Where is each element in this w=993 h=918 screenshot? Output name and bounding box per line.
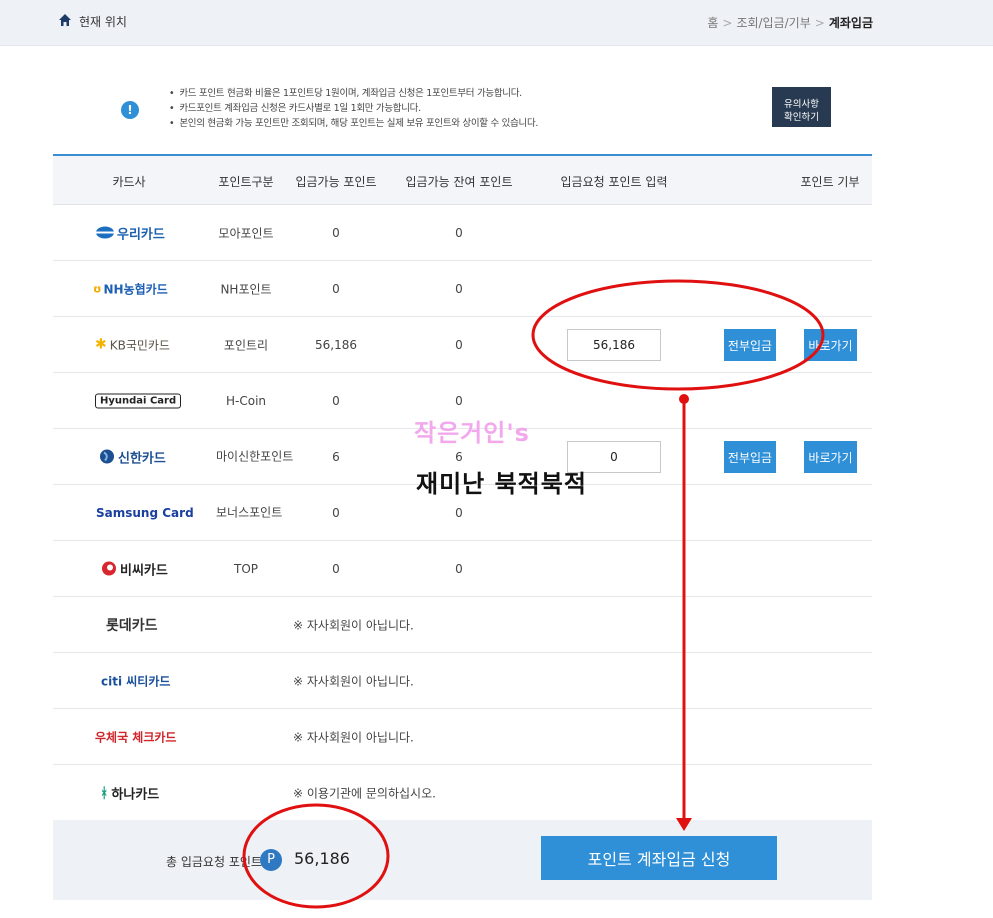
card-name: 하나카드 bbox=[111, 787, 160, 803]
watermark-line-2: 재미난 북적북적 bbox=[416, 470, 587, 498]
point-type: 포인트리 bbox=[223, 338, 269, 352]
card-name: NH농협카드 bbox=[103, 282, 168, 296]
card-logo-hana: ᚼ 하나카드 bbox=[100, 784, 159, 803]
point-type: 모아포인트 bbox=[218, 226, 274, 240]
notice-line: 카드포인트 계좌입금 신청은 카드사별로 1일 1회만 가능합니다. bbox=[169, 101, 538, 116]
point-icon: P bbox=[260, 849, 282, 871]
card-name: Samsung Card bbox=[96, 505, 194, 520]
total-request-value: 56,186 bbox=[294, 849, 350, 868]
not-member-message: ※ 자사회원이 아닙니다. bbox=[293, 730, 414, 744]
breadcrumb-separator: > bbox=[814, 16, 825, 30]
available-points: 0 bbox=[332, 281, 340, 296]
remaining-points: 0 bbox=[455, 393, 463, 408]
card-logo-epost: 우체국 체크카드 bbox=[95, 728, 176, 745]
bc-logo-icon bbox=[102, 561, 116, 576]
card-name: 우체국 체크카드 bbox=[95, 730, 177, 744]
card-name: KB국민카드 bbox=[109, 338, 170, 352]
point-type: NH포인트 bbox=[220, 282, 272, 296]
table-row: ✱ KB국민카드 포인트리 56,186 0 전부입금 바로가기 bbox=[53, 317, 872, 373]
card-name: 우리카드 bbox=[117, 227, 165, 242]
deposit-all-button[interactable]: 전부입금 bbox=[724, 441, 776, 473]
card-logo-citi: citi 씨티카드 bbox=[101, 672, 170, 689]
header-available: 입금가능 포인트 bbox=[295, 175, 377, 189]
breadcrumb-separator: > bbox=[722, 16, 733, 30]
total-footer: 총 입금요청 포인트 P 56,186 포인트 계좌입금 신청 bbox=[53, 820, 872, 900]
point-type: 보너스포인트 bbox=[216, 505, 283, 519]
card-name: 신한카드 bbox=[118, 451, 166, 466]
go-donate-button[interactable]: 바로가기 bbox=[804, 329, 857, 361]
breadcrumb: 홈 > 조회/입금/기부 > 계좌입금 bbox=[707, 14, 873, 31]
available-points: 56,186 bbox=[315, 337, 357, 352]
card-logo-bc: 비씨카드 bbox=[101, 559, 168, 578]
table-header: 카드사 포인트구분 입금가능 포인트 입금가능 잔여 포인트 입금요청 포인트 … bbox=[53, 156, 872, 205]
go-donate-button[interactable]: 바로가기 bbox=[804, 441, 857, 473]
card-logo-nh: ʊ NH농협카드 bbox=[93, 280, 168, 297]
card-name: Hyundai Card bbox=[100, 395, 177, 406]
card-name: 롯데카드 bbox=[106, 617, 158, 634]
header-remaining: 입금가능 잔여 포인트 bbox=[405, 175, 513, 189]
breadcrumb-current: 계좌입금 bbox=[828, 16, 873, 30]
notice-box: ! 카드 포인트 현금화 비율은 1포인트당 1원이며, 계좌입금 신청은 1포… bbox=[53, 82, 872, 142]
breadcrumb-inquiry[interactable]: 조회/입금/기부 bbox=[736, 16, 810, 30]
card-logo-shinhan: 신한카드 bbox=[99, 447, 166, 466]
remaining-points: 0 bbox=[455, 225, 463, 240]
info-icon: ! bbox=[121, 101, 139, 119]
point-type: 마이신한포인트 bbox=[216, 449, 294, 463]
available-points: 0 bbox=[332, 393, 340, 408]
notice-line: 본인의 현금화 가능 포인트만 조회되며, 해당 포인트는 실제 보유 포인트와… bbox=[169, 116, 538, 131]
remaining-points: 0 bbox=[455, 561, 463, 576]
header-request: 입금요청 포인트 입력 bbox=[560, 175, 668, 189]
location-label: 현재 위치 bbox=[79, 15, 127, 29]
table-row: 우체국 체크카드 ※ 자사회원이 아닙니다. bbox=[53, 709, 872, 765]
notice-line: 카드 포인트 현금화 비율은 1포인트당 1원이며, 계좌입금 신청은 1포인트… bbox=[169, 86, 538, 101]
top-location-bar: 현재 위치 홈 > 조회/입금/기부 > 계좌입금 bbox=[0, 0, 993, 46]
apply-point-deposit-button[interactable]: 포인트 계좌입금 신청 bbox=[541, 836, 777, 880]
remaining-points: 0 bbox=[455, 281, 463, 296]
point-type: H-Coin bbox=[225, 393, 267, 408]
not-member-message: ※ 자사회원이 아닙니다. bbox=[293, 618, 414, 632]
card-logo-samsung: Samsung Card bbox=[96, 506, 194, 520]
header-card: 카드사 bbox=[112, 175, 146, 189]
remaining-points: 6 bbox=[455, 449, 463, 464]
shinhan-logo-icon bbox=[100, 449, 114, 464]
card-logo-hyundai: Hyundai Card bbox=[95, 393, 182, 408]
table-row: citi 씨티카드 ※ 자사회원이 아닙니다. bbox=[53, 653, 872, 709]
table-row: ʊ NH농협카드 NH포인트 0 0 bbox=[53, 261, 872, 317]
woori-logo-icon bbox=[96, 226, 114, 239]
breadcrumb-home[interactable]: 홈 bbox=[707, 16, 718, 30]
table-row: 비씨카드 TOP 0 0 bbox=[53, 541, 872, 597]
table-row: 롯데카드 ※ 자사회원이 아닙니다. bbox=[53, 597, 872, 653]
available-points: 6 bbox=[332, 449, 340, 464]
card-name: citi 씨티카드 bbox=[101, 674, 171, 688]
card-logo-woori: 우리카드 bbox=[95, 223, 165, 242]
home-icon[interactable] bbox=[58, 13, 72, 27]
card-logo-kb: ✱ KB국민카드 bbox=[95, 336, 170, 353]
nh-logo-icon: ʊ bbox=[93, 282, 102, 295]
available-points: 0 bbox=[332, 561, 340, 576]
notice-list: 카드 포인트 현금화 비율은 1포인트당 1원이며, 계좌입금 신청은 1포인트… bbox=[169, 86, 538, 131]
remaining-points: 0 bbox=[455, 505, 463, 520]
card-name: 비씨카드 bbox=[120, 563, 168, 578]
request-points-input[interactable] bbox=[567, 329, 661, 361]
total-request-label: 총 입금요청 포인트 bbox=[166, 855, 262, 869]
hana-logo-icon: ᚼ bbox=[100, 785, 109, 801]
caution-line-1: 유의사항 bbox=[784, 98, 819, 110]
deposit-all-button[interactable]: 전부입금 bbox=[724, 329, 776, 361]
point-type: TOP bbox=[233, 561, 259, 576]
inquiry-message: ※ 이용기관에 문의하십시오. bbox=[293, 786, 436, 801]
available-points: 0 bbox=[332, 505, 340, 520]
card-logo-lotte: 롯데카드 bbox=[106, 615, 158, 635]
watermark-line-1: 작은거인's bbox=[414, 419, 530, 447]
header-type: 포인트구분 bbox=[218, 175, 274, 189]
available-points: 0 bbox=[332, 225, 340, 240]
remaining-points: 0 bbox=[455, 337, 463, 352]
caution-line-2: 확인하기 bbox=[784, 111, 819, 123]
kb-star-icon: ✱ bbox=[95, 336, 107, 353]
table-row: 우리카드 모아포인트 0 0 bbox=[53, 205, 872, 261]
not-member-message: ※ 자사회원이 아닙니다. bbox=[293, 674, 414, 688]
header-donate: 포인트 기부 bbox=[800, 175, 860, 189]
caution-check-button[interactable]: 유의사항 확인하기 bbox=[772, 87, 831, 127]
table-row: ᚼ 하나카드 ※ 이용기관에 문의하십시오. bbox=[53, 765, 872, 821]
